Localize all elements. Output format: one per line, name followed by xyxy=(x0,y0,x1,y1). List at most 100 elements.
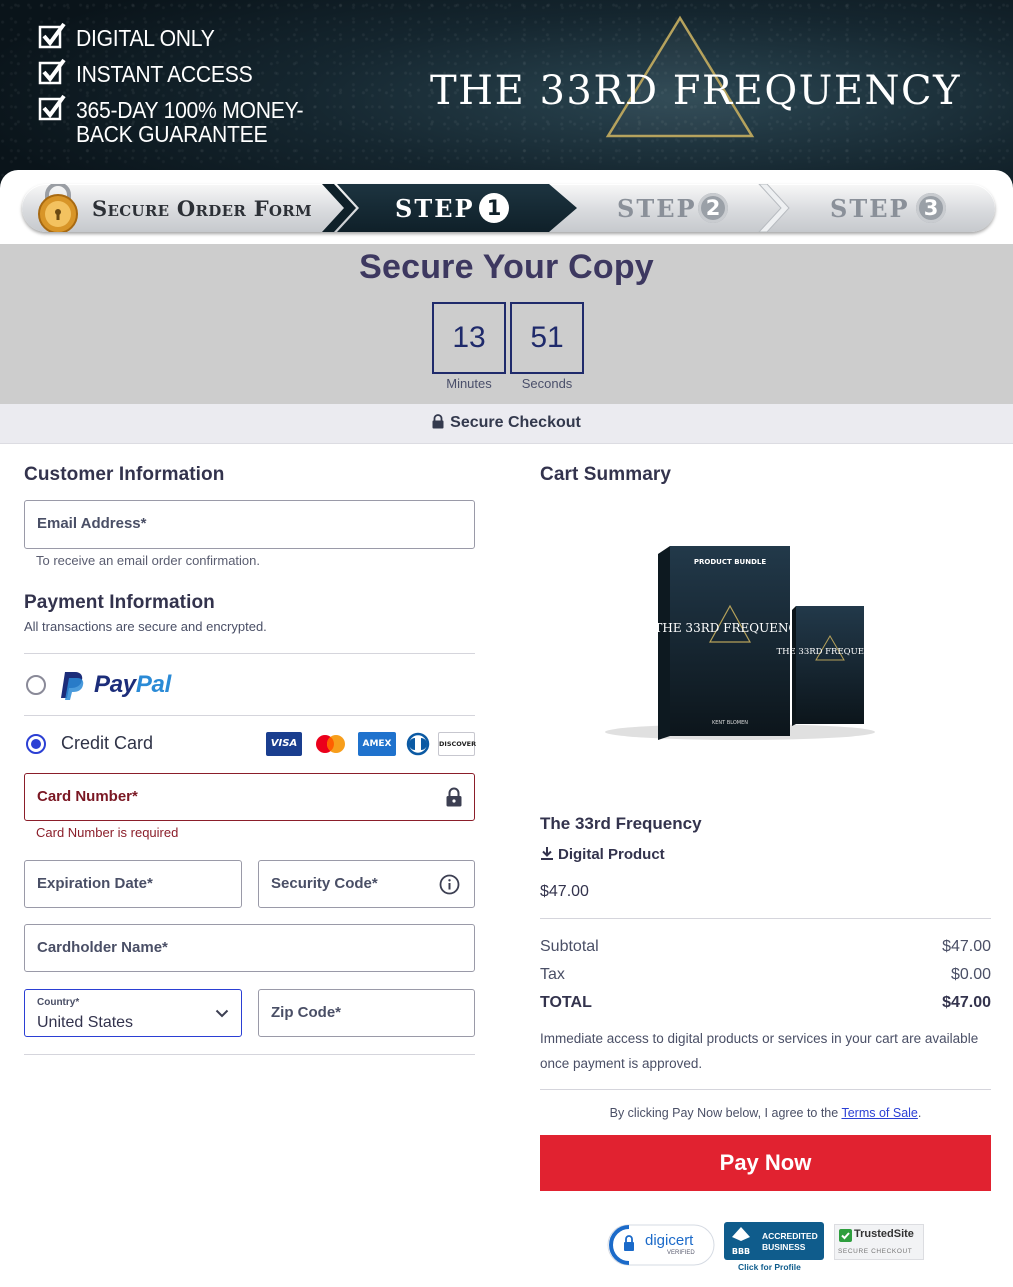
checkbox-checked-icon xyxy=(38,94,66,121)
customer-info-heading: Customer Information xyxy=(24,464,225,485)
step-bar: Secure Order Form STEP 1 STEP 2 STEP 3 xyxy=(22,184,995,232)
credit-card-radio[interactable] xyxy=(26,734,46,754)
brand-title: THE 33RD FREQUENCY xyxy=(430,68,962,114)
secure-order-form-label: Secure Order Form xyxy=(92,196,312,221)
payment-subheading: All transactions are secure and encrypte… xyxy=(24,619,267,634)
benefit-text: 365-DAY 100% MONEY-BACK GUARANTEE xyxy=(76,97,304,147)
divider xyxy=(24,715,475,716)
lock-icon xyxy=(446,787,462,807)
subtotal-label: Subtotal xyxy=(540,938,599,955)
trustedsite-check-icon xyxy=(839,1229,852,1242)
step-1-label: STEP xyxy=(395,194,475,223)
total-row: TOTAL $47.00 xyxy=(540,994,991,1012)
trustedsite-badge[interactable]: TrustedSite SECURE CHECKOUT xyxy=(834,1222,924,1268)
subtotal-value: $47.00 xyxy=(942,938,991,955)
secure-checkout: Secure Checkout xyxy=(0,414,1013,432)
credit-card-label[interactable]: Credit Card xyxy=(61,733,153,754)
bbb-business: BUSINESS xyxy=(762,1242,806,1252)
minutes-label: Minutes xyxy=(446,376,492,391)
divider xyxy=(24,653,475,654)
total-value: $47.00 xyxy=(942,994,991,1011)
step-3-label: STEP xyxy=(830,194,910,223)
bbb-badge[interactable]: BBB ACCREDITED BUSINESS Click for Profil… xyxy=(724,1222,824,1272)
payment-info-heading: Payment Information xyxy=(24,592,215,613)
bundle-author-text: KENT BLOMEN xyxy=(712,720,748,726)
benefit-item: INSTANT ACCESS xyxy=(38,58,376,86)
countdown-section: Secure Your Copy 13 51 Minutes Seconds xyxy=(0,244,1013,404)
padlock-icon xyxy=(38,184,78,232)
paypal-radio[interactable] xyxy=(26,675,46,695)
digicert-sub: VERIFIED xyxy=(667,1250,695,1256)
card-number-error: Card Number is required xyxy=(36,825,179,840)
security-code-field[interactable]: Security Code* xyxy=(258,860,475,908)
cardholder-name-field[interactable]: Cardholder Name* xyxy=(24,924,475,972)
zip-code-field[interactable]: Zip Code* xyxy=(258,989,475,1037)
product-type: Digital Product xyxy=(540,846,665,863)
product-price: $47.00 xyxy=(540,883,589,900)
benefit-checklist: DIGITAL ONLY INSTANT ACCESS 365-DAY 100%… xyxy=(38,22,376,154)
product-type-label: Digital Product xyxy=(558,846,665,863)
bbb-click-for-profile[interactable]: Click for Profile xyxy=(738,1262,801,1272)
step-3-number: 3 xyxy=(916,193,946,223)
email-field[interactable]: Email Address* xyxy=(24,500,475,549)
countdown-title: Secure Your Copy xyxy=(359,248,654,286)
benefit-text: DIGITAL ONLY xyxy=(76,25,215,51)
checkbox-checked-icon xyxy=(38,22,66,49)
step-2-number: 2 xyxy=(698,193,728,223)
product-name: The 33rd Frequency xyxy=(540,814,702,833)
tax-row: Tax $0.00 xyxy=(540,966,991,984)
trustedsite-text: TrustedSite xyxy=(854,1228,914,1240)
tax-label: Tax xyxy=(540,966,565,983)
paypal-logo[interactable]: PayPal xyxy=(94,671,171,699)
secure-order-form-segment: Secure Order Form xyxy=(22,184,352,232)
info-icon[interactable] xyxy=(439,874,460,895)
bbb-accredited: ACCREDITED xyxy=(762,1231,818,1241)
mastercard-icon xyxy=(316,735,345,753)
bundle-title-text: THE 33RD FREQUENCY xyxy=(654,621,806,635)
agree-prefix: By clicking Pay Now below, I agree to th… xyxy=(609,1106,839,1120)
country-value: United States xyxy=(37,1014,134,1031)
email-field-label: Email Address* xyxy=(37,515,147,532)
step-2-label: STEP xyxy=(617,194,697,223)
chevron-down-icon xyxy=(215,1009,229,1018)
email-helper-text: To receive an email order confirmation. xyxy=(36,553,260,568)
terms-agreement: By clicking Pay Now below, I agree to th… xyxy=(540,1106,991,1120)
seconds-box: 51 xyxy=(510,302,584,374)
trustedsite-sub: SECURE CHECKOUT xyxy=(838,1248,913,1255)
product-bundle-image: PRODUCT BUNDLE THE 33RD FREQUENCY KENT B… xyxy=(605,546,875,740)
step-1-number: 1 xyxy=(479,193,509,223)
discover-icon: DISCOVER xyxy=(438,732,476,756)
bbb-logo-text: BBB xyxy=(732,1247,750,1256)
checkbox-checked-icon xyxy=(38,58,66,85)
benefit-text: INSTANT ACCESS xyxy=(76,61,253,87)
cart-summary-heading: Cart Summary xyxy=(540,464,672,485)
download-icon xyxy=(541,847,553,860)
pay-now-button[interactable]: Pay Now xyxy=(540,1135,991,1191)
chevron-divider xyxy=(758,184,790,232)
divider xyxy=(24,1054,475,1055)
total-label: TOTAL xyxy=(540,994,592,1011)
amex-icon: AMEX xyxy=(358,732,396,756)
digicert-badge[interactable]: digicert VERIFIED xyxy=(607,1222,715,1268)
benefit-item: DIGITAL ONLY xyxy=(38,22,376,50)
benefit-item: 365-DAY 100% MONEY-BACK GUARANTEE xyxy=(38,94,376,146)
divider xyxy=(540,1089,991,1090)
expiration-date-label: Expiration Date* xyxy=(37,875,153,892)
country-select[interactable]: Country* United States xyxy=(24,989,242,1037)
agree-suffix: . xyxy=(917,1106,922,1120)
tax-value: $0.00 xyxy=(950,966,991,983)
card-number-field[interactable]: Card Number* xyxy=(24,773,475,821)
zip-code-label: Zip Code* xyxy=(271,1004,341,1021)
book-title-text: THE 33RD FREQUENCY xyxy=(776,647,875,657)
lock-icon xyxy=(432,414,444,429)
paypal-icon xyxy=(61,672,84,700)
country-label: Country* xyxy=(37,997,80,1008)
step-1-active: STEP 1 xyxy=(337,184,577,232)
expiration-date-field[interactable]: Expiration Date* xyxy=(24,860,242,908)
access-note: Immediate access to digital products or … xyxy=(540,1031,979,1071)
terms-of-sale-link[interactable]: Terms of Sale xyxy=(841,1106,917,1120)
subtotal-row: Subtotal $47.00 xyxy=(540,938,991,956)
paypal-logo-pay: Pay xyxy=(94,671,136,698)
divider xyxy=(540,918,991,919)
step-bar-container: Secure Order Form STEP 1 STEP 2 STEP 3 xyxy=(0,170,1013,245)
